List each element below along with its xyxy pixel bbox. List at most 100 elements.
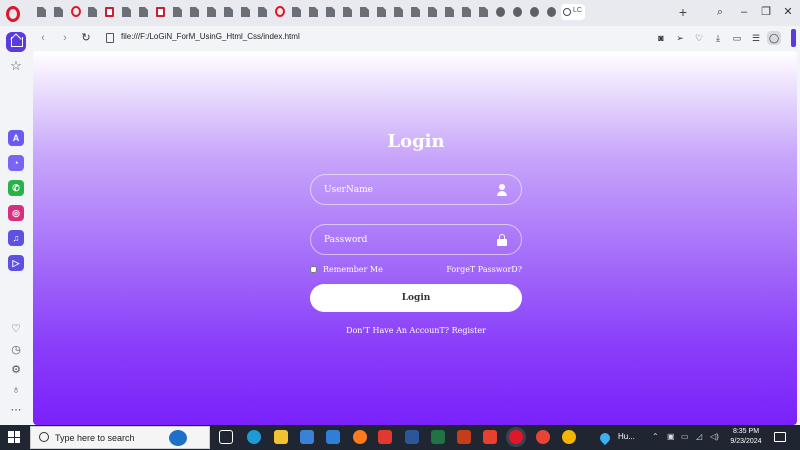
forgot-password-link[interactable]: ForgeT PassworD? xyxy=(446,265,522,274)
send-icon[interactable]: ➢ xyxy=(673,31,687,45)
tab-14[interactable] xyxy=(255,4,270,20)
tab-25[interactable] xyxy=(442,4,457,20)
clock-date: 9/23/2024 xyxy=(730,438,762,445)
tab-12[interactable] xyxy=(221,4,236,20)
back-button[interactable]: ‹ xyxy=(36,30,50,46)
password-field[interactable] xyxy=(310,224,522,255)
player-icon[interactable]: ▷ xyxy=(8,255,24,271)
new-tab-button[interactable]: + xyxy=(676,4,690,20)
chrome-icon[interactable] xyxy=(536,430,550,444)
store-icon[interactable] xyxy=(300,430,314,444)
tab-21[interactable] xyxy=(374,4,389,20)
tab-17[interactable] xyxy=(306,4,321,20)
sidebar-toggle[interactable] xyxy=(791,29,796,47)
favorites-heart-icon[interactable]: ♡ xyxy=(8,321,24,337)
tab-6[interactable] xyxy=(119,4,134,20)
tab-2[interactable] xyxy=(51,4,66,20)
maximize-button[interactable]: ❐ xyxy=(758,4,774,20)
tray-app-icon[interactable]: ▣ xyxy=(667,432,675,441)
tab-29[interactable] xyxy=(510,4,525,20)
snapshot-camera-icon[interactable]: ◙ xyxy=(654,31,668,45)
tab-7[interactable] xyxy=(136,4,151,20)
chrome-profile-icon[interactable] xyxy=(562,430,576,444)
tab-11[interactable] xyxy=(204,4,219,20)
aria-ai-icon[interactable]: A xyxy=(8,130,24,146)
task-view-icon[interactable] xyxy=(219,430,233,444)
bookmarks-star-icon[interactable]: ☆ xyxy=(8,58,24,74)
url-text[interactable]: file:///F:/LoGiN_ForM_UsinG_Html_Css/ind… xyxy=(121,32,300,41)
tips-bulb-icon[interactable]: ♁ xyxy=(8,382,24,398)
tray-chevron-icon[interactable]: ⌃ xyxy=(652,432,659,441)
tab-23[interactable] xyxy=(408,4,423,20)
remember-checkbox[interactable] xyxy=(310,266,317,273)
network-icon[interactable]: ◿ xyxy=(696,432,702,441)
tab-22[interactable] xyxy=(391,4,406,20)
weather-icon[interactable] xyxy=(597,430,613,446)
tab-4[interactable] xyxy=(85,4,100,20)
notification-icon[interactable] xyxy=(774,432,786,442)
file-explorer-icon[interactable] xyxy=(274,430,288,444)
powerpoint-icon[interactable] xyxy=(457,430,471,444)
whatsapp-icon[interactable]: ✆ xyxy=(8,180,24,196)
messenger-icon[interactable]: ◔ xyxy=(8,155,24,171)
battery-saver-icon[interactable]: ▭ xyxy=(730,31,744,45)
tab-8[interactable] xyxy=(153,4,168,20)
music-player-icon[interactable]: ♫ xyxy=(8,230,24,246)
tab-15[interactable] xyxy=(272,4,287,20)
easy-setup-icon[interactable]: ☰ xyxy=(749,31,763,45)
anydesk-icon[interactable] xyxy=(378,430,392,444)
weather-text[interactable]: Hu... xyxy=(618,432,635,441)
tab-19[interactable] xyxy=(340,4,355,20)
taskbar-search[interactable]: Type here to search xyxy=(30,426,210,449)
tab-27[interactable] xyxy=(476,4,491,20)
tab-5[interactable] xyxy=(102,4,117,20)
edge-icon[interactable] xyxy=(247,430,261,444)
tab-18[interactable] xyxy=(323,4,338,20)
profile-icon[interactable]: ◯ xyxy=(767,31,781,45)
tab-3[interactable] xyxy=(68,4,83,20)
password-input[interactable] xyxy=(324,232,494,248)
word-icon[interactable] xyxy=(405,430,419,444)
minimize-button[interactable]: – xyxy=(736,4,752,20)
tab-28[interactable] xyxy=(493,4,508,20)
login-button[interactable]: Login xyxy=(310,284,522,312)
tab-9[interactable] xyxy=(170,4,185,20)
settings-gear-icon[interactable]: ⚙ xyxy=(8,362,24,378)
mail-icon[interactable] xyxy=(326,430,340,444)
tab-13[interactable] xyxy=(238,4,253,20)
reload-button[interactable]: ↻ xyxy=(79,30,93,46)
download-icon[interactable]: ⤓ xyxy=(711,31,725,45)
tab-24[interactable] xyxy=(425,4,440,20)
forward-button[interactable]: › xyxy=(58,30,72,46)
remember-me[interactable]: Remember Me xyxy=(310,265,383,274)
wps-icon[interactable] xyxy=(483,430,497,444)
opera-menu-icon[interactable] xyxy=(6,6,20,22)
close-window-button[interactable]: ✕ xyxy=(780,4,796,20)
tab-10[interactable] xyxy=(187,4,202,20)
start-button[interactable] xyxy=(8,431,20,443)
history-clock-icon[interactable]: ◷ xyxy=(8,342,24,358)
tab-20[interactable] xyxy=(357,4,372,20)
tab-1[interactable] xyxy=(34,4,49,20)
file-icon xyxy=(190,7,199,17)
opera-taskbar-icon[interactable] xyxy=(509,430,523,444)
tab-list: LC xyxy=(34,4,585,22)
tab-30[interactable] xyxy=(527,4,542,20)
tab-active[interactable]: LC xyxy=(561,4,585,20)
battery-icon[interactable]: ▭ xyxy=(681,432,689,441)
clock[interactable]: 8:35 PM 9/23/2024 xyxy=(726,427,766,447)
more-options-icon[interactable]: ⋯ xyxy=(8,402,24,418)
username-input[interactable] xyxy=(324,182,494,198)
tab-16[interactable] xyxy=(289,4,304,20)
tab-26[interactable] xyxy=(459,4,474,20)
tab-31[interactable] xyxy=(544,4,559,20)
instagram-icon[interactable]: ◎ xyxy=(8,205,24,221)
search-tabs-icon[interactable]: ⌕ xyxy=(712,4,728,20)
register-link[interactable]: Don'T Have An AccounT? Register xyxy=(310,326,522,335)
heart-icon[interactable]: ♡ xyxy=(692,31,706,45)
firefox-icon[interactable] xyxy=(353,430,367,444)
excel-icon[interactable] xyxy=(431,430,445,444)
home-icon[interactable] xyxy=(6,32,26,52)
username-field[interactable] xyxy=(310,174,522,205)
volume-icon[interactable]: ◁) xyxy=(710,432,719,441)
